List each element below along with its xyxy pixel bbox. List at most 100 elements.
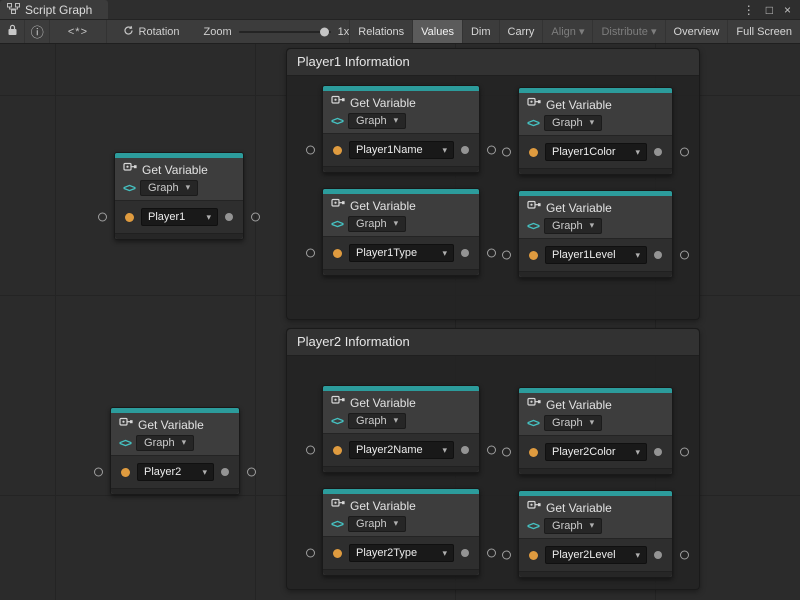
scope-dropdown[interactable]: Graph ▾ xyxy=(140,180,198,196)
variable-dropdown[interactable]: Player2Color ▾ xyxy=(545,443,647,461)
variable-name-port[interactable] xyxy=(529,251,538,260)
variable-dropdown[interactable]: Player2 ▾ xyxy=(137,463,214,481)
variable-name-port[interactable] xyxy=(529,551,538,560)
variable-name: Player2Color xyxy=(552,446,616,458)
window-menu-icon[interactable]: ⋮ xyxy=(743,4,755,16)
rotation-control[interactable]: Rotation xyxy=(107,20,190,43)
zoom-slider-knob[interactable] xyxy=(320,27,329,36)
node-output-port[interactable] xyxy=(487,146,496,155)
get-variable-node[interactable]: Get Variable <> Graph ▾ Player2Type ▾ xyxy=(322,488,480,576)
unit-icon xyxy=(527,200,541,215)
node-input-port[interactable] xyxy=(306,446,315,455)
value-output-dot[interactable] xyxy=(654,551,662,559)
scope-dropdown[interactable]: Graph ▾ xyxy=(136,435,194,451)
scope-dropdown[interactable]: Graph ▾ xyxy=(348,216,406,232)
toolbar-button-distribute[interactable]: Distribute ▾ xyxy=(592,20,664,43)
get-variable-node[interactable]: Get Variable <> Graph ▾ Player1 ▾ xyxy=(114,152,244,240)
toolbar-button-values[interactable]: Values xyxy=(412,20,462,43)
window-maximize-icon[interactable]: □ xyxy=(766,4,773,16)
scope-dropdown[interactable]: Graph ▾ xyxy=(348,113,406,129)
variable-name-port[interactable] xyxy=(333,549,342,558)
node-output-port[interactable] xyxy=(487,249,496,258)
connection-values-toggle[interactable]: <*> xyxy=(50,20,106,43)
zoom-value: 1x xyxy=(338,26,350,38)
node-output-port[interactable] xyxy=(680,148,689,157)
toolbar-button-dim[interactable]: Dim xyxy=(462,20,499,43)
node-header: Get Variable <> Graph ▾ xyxy=(519,496,672,538)
node-input-port[interactable] xyxy=(306,146,315,155)
variable-kind-icon: <> xyxy=(123,181,135,195)
get-variable-node[interactable]: Get Variable <> Graph ▾ Player1Color ▾ xyxy=(518,87,673,175)
toolbar-button-overview[interactable]: Overview xyxy=(665,20,728,43)
get-variable-node[interactable]: Get Variable <> Graph ▾ Player1Type ▾ xyxy=(322,188,480,276)
variable-dropdown[interactable]: Player2Level ▾ xyxy=(545,546,647,564)
node-output-port[interactable] xyxy=(247,468,256,477)
node-output-port[interactable] xyxy=(487,549,496,558)
graph-canvas[interactable]: Player1 Information Player2 Information … xyxy=(0,44,800,600)
variable-name-port[interactable] xyxy=(125,213,134,222)
node-output-port[interactable] xyxy=(680,251,689,260)
variable-dropdown[interactable]: Player1Color ▾ xyxy=(545,143,647,161)
node-input-port[interactable] xyxy=(502,448,511,457)
scope-dropdown[interactable]: Graph ▾ xyxy=(544,115,602,131)
variable-kind-icon: <> xyxy=(527,219,539,233)
get-variable-node[interactable]: Get Variable <> Graph ▾ Player2Color ▾ xyxy=(518,387,673,475)
node-header: Get Variable <> Graph ▾ xyxy=(519,196,672,238)
scope-dropdown[interactable]: Graph ▾ xyxy=(544,518,602,534)
value-output-dot[interactable] xyxy=(654,148,662,156)
variable-name-port[interactable] xyxy=(333,249,342,258)
variable-name-port[interactable] xyxy=(333,146,342,155)
get-variable-node[interactable]: Get Variable <> Graph ▾ Player1Name ▾ xyxy=(322,85,480,173)
node-output-port[interactable] xyxy=(680,448,689,457)
script-graph-tab[interactable]: Script Graph xyxy=(0,0,108,19)
node-output-port[interactable] xyxy=(251,213,260,222)
node-output-port[interactable] xyxy=(680,551,689,560)
variable-name-port[interactable] xyxy=(529,448,538,457)
value-output-dot[interactable] xyxy=(654,448,662,456)
node-output-port[interactable] xyxy=(487,446,496,455)
value-output-dot[interactable] xyxy=(654,251,662,259)
variable-name-port[interactable] xyxy=(529,148,538,157)
get-variable-node[interactable]: Get Variable <> Graph ▾ Player2Name ▾ xyxy=(322,385,480,473)
variable-dropdown[interactable]: Player1Type ▾ xyxy=(349,244,454,262)
value-output-dot[interactable] xyxy=(461,549,469,557)
group-header[interactable]: Player1 Information xyxy=(287,49,699,76)
value-output-dot[interactable] xyxy=(225,213,233,221)
toolbar-button-align[interactable]: Align ▾ xyxy=(542,20,592,43)
node-input-port[interactable] xyxy=(502,148,511,157)
variable-dropdown[interactable]: Player2Name ▾ xyxy=(349,441,454,459)
value-output-dot[interactable] xyxy=(461,249,469,257)
group-header[interactable]: Player2 Information xyxy=(287,329,699,356)
scope-dropdown[interactable]: Graph ▾ xyxy=(544,218,602,234)
zoom-slider[interactable] xyxy=(239,31,331,33)
get-variable-node[interactable]: Get Variable <> Graph ▾ Player2Level ▾ xyxy=(518,490,673,578)
toolbar-button-carry[interactable]: Carry xyxy=(499,20,543,43)
window-close-icon[interactable]: × xyxy=(784,4,791,16)
node-input-port[interactable] xyxy=(306,549,315,558)
node-input-port[interactable] xyxy=(306,249,315,258)
value-output-dot[interactable] xyxy=(221,468,229,476)
toolbar-button-relations[interactable]: Relations xyxy=(349,20,412,43)
scope-dropdown[interactable]: Graph ▾ xyxy=(544,415,602,431)
lock-button[interactable] xyxy=(0,20,25,43)
variable-dropdown[interactable]: Player1 ▾ xyxy=(141,208,218,226)
variable-dropdown[interactable]: Player1Level ▾ xyxy=(545,246,647,264)
get-variable-node[interactable]: Get Variable <> Graph ▾ Player2 ▾ xyxy=(110,407,240,495)
variable-name-port[interactable] xyxy=(333,446,342,455)
node-title: Get Variable xyxy=(546,398,612,412)
value-output-dot[interactable] xyxy=(461,146,469,154)
node-input-port[interactable] xyxy=(502,251,511,260)
info-button[interactable]: ⓘ xyxy=(25,20,50,43)
variable-dropdown[interactable]: Player1Name ▾ xyxy=(349,141,454,159)
node-footer xyxy=(323,466,479,472)
scope-dropdown[interactable]: Graph ▾ xyxy=(348,413,406,429)
toolbar-button-full-screen[interactable]: Full Screen xyxy=(727,20,800,43)
node-input-port[interactable] xyxy=(94,468,103,477)
scope-dropdown[interactable]: Graph ▾ xyxy=(348,516,406,532)
get-variable-node[interactable]: Get Variable <> Graph ▾ Player1Level ▾ xyxy=(518,190,673,278)
node-input-port[interactable] xyxy=(502,551,511,560)
value-output-dot[interactable] xyxy=(461,446,469,454)
variable-name-port[interactable] xyxy=(121,468,130,477)
node-input-port[interactable] xyxy=(98,213,107,222)
variable-dropdown[interactable]: Player2Type ▾ xyxy=(349,544,454,562)
